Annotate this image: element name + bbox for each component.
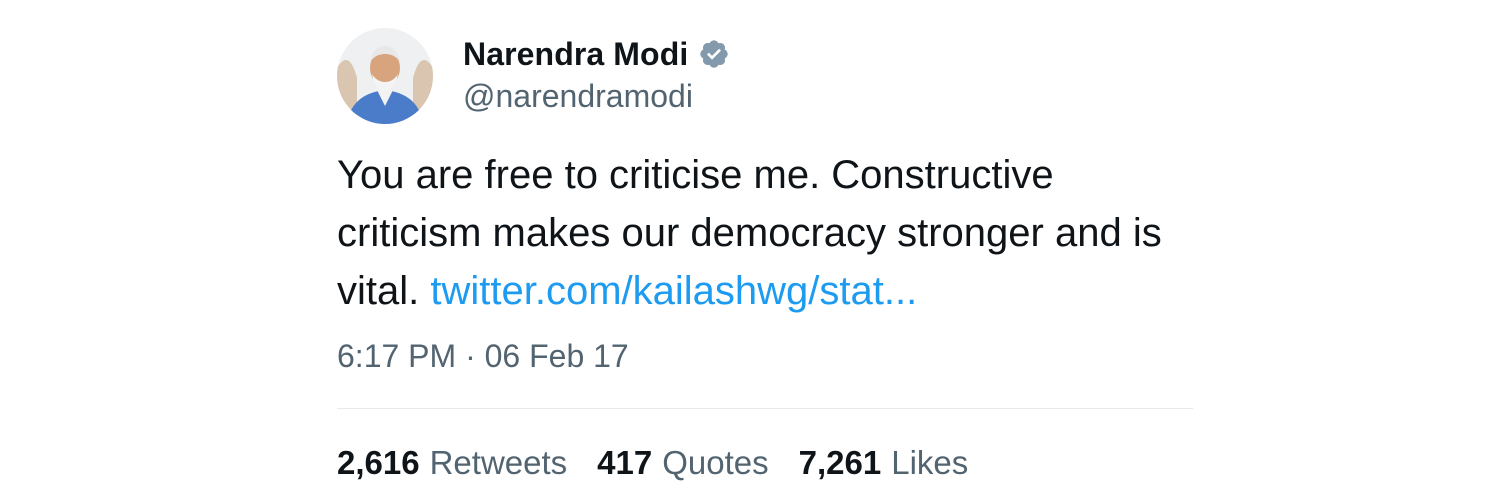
tweet-body: You are free to criticise me. Constructi… bbox=[337, 146, 1193, 320]
tweet-meta: 6:17 PM · 06 Feb 17 bbox=[337, 338, 629, 375]
avatar-portrait-icon bbox=[337, 28, 433, 124]
tweet-header: Narendra Modi @narendramodi bbox=[337, 28, 1193, 128]
tweet-card: Narendra Modi @narendramodi You are free… bbox=[337, 0, 1193, 500]
likes-stat[interactable]: 7,261 Likes bbox=[799, 444, 969, 482]
tweet-link[interactable]: twitter.com/kailashwg/stat... bbox=[430, 269, 917, 313]
author-identity: Narendra Modi @narendramodi bbox=[463, 32, 730, 115]
tweet-stats: 2,616 Retweets 417 Quotes 7,261 Likes bbox=[337, 444, 998, 482]
divider bbox=[337, 408, 1193, 409]
retweets-stat[interactable]: 2,616 Retweets bbox=[337, 444, 567, 482]
meta-separator: · bbox=[465, 338, 476, 374]
retweets-count: 2,616 bbox=[337, 444, 420, 481]
likes-label: Likes bbox=[891, 444, 969, 481]
verified-badge-icon bbox=[698, 38, 730, 70]
quotes-stat[interactable]: 417 Quotes bbox=[597, 444, 768, 482]
author-avatar[interactable] bbox=[337, 28, 433, 124]
tweet-date[interactable]: 06 Feb 17 bbox=[485, 338, 629, 374]
quotes-label: Quotes bbox=[662, 444, 769, 481]
author-name-row: Narendra Modi bbox=[463, 32, 730, 76]
likes-count: 7,261 bbox=[798, 444, 882, 481]
author-display-name[interactable]: Narendra Modi bbox=[463, 36, 688, 73]
tweet-time[interactable]: 6:17 PM bbox=[337, 338, 456, 374]
quotes-count: 417 bbox=[597, 444, 653, 481]
author-handle[interactable]: @narendramodi bbox=[463, 78, 730, 115]
retweets-label: Retweets bbox=[429, 444, 568, 481]
